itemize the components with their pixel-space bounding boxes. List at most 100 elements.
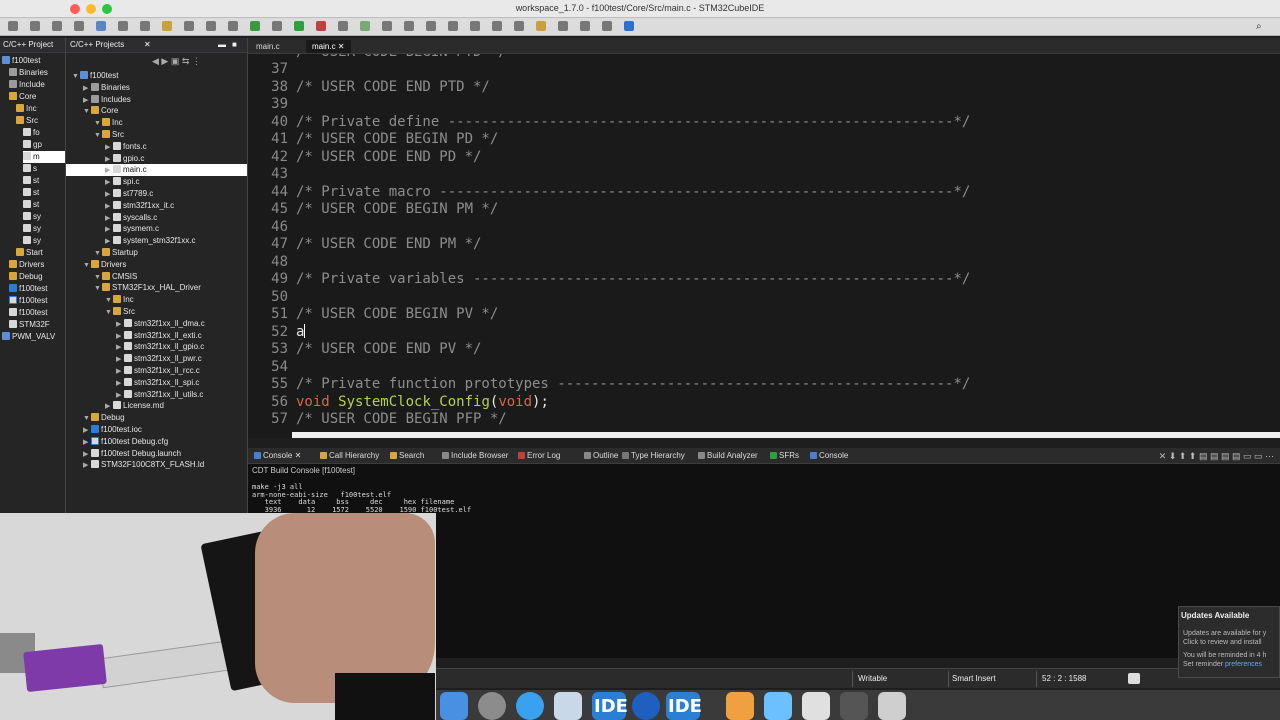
stm32cubemx-icon[interactable]: IDE — [666, 692, 702, 720]
minimize-icon[interactable]: ▬ — [218, 40, 226, 49]
tree-item[interactable]: ▶ f100test.ioc — [66, 424, 247, 436]
console-toolbar-icons[interactable]: ✕ ⬇ ⬆ ⬆ ▤ ▤ ▤ ▤ ▭ ▭ ⋯ — [1159, 451, 1274, 462]
code-area[interactable]: /* USER CODE BEGIN PTD */ /* USER CODE EN… — [296, 54, 1280, 438]
tree-item[interactable]: ▶ Includes — [66, 94, 247, 106]
code-editor[interactable]: main.c main.c ✕ 37 38 39 40 41 42 43 44 45 46 47 48… — [248, 38, 1280, 438]
tree-item[interactable]: gp — [23, 139, 65, 151]
search-icon[interactable]: ⌕ — [1256, 21, 1266, 32]
preview-icon[interactable] — [554, 692, 582, 720]
toolbar-icon[interactable] — [118, 21, 128, 31]
system-preferences-icon[interactable] — [478, 692, 506, 720]
toolbar-icon[interactable] — [206, 21, 216, 31]
safari-icon[interactable] — [516, 692, 544, 720]
toolbar-icon[interactable] — [448, 21, 458, 31]
notification-icon[interactable] — [1128, 673, 1140, 684]
tree-item[interactable]: sy — [23, 223, 65, 235]
tree-item[interactable]: ▶ system_stm32f1xx.c — [66, 235, 247, 247]
tree-item[interactable]: ▶ stm32f1xx_ll_dma.c — [66, 318, 247, 330]
tree-item[interactable]: ▶ sysmem.c — [66, 223, 247, 235]
tree-item[interactable]: ▶ syscalls.c — [66, 212, 247, 224]
tree-item[interactable]: Debug — [9, 271, 65, 283]
tree-item[interactable]: ▼ CMSIS — [66, 271, 247, 283]
toolbar-icon[interactable] — [624, 21, 634, 31]
tree-item[interactable]: Start — [16, 247, 65, 259]
expand-chevron-icon[interactable]: ▶ — [83, 460, 91, 472]
drive-icon[interactable] — [840, 692, 868, 720]
toolbar-icon[interactable] — [580, 21, 590, 31]
tree-item[interactable]: Drivers — [9, 259, 65, 271]
toolbar-icon[interactable] — [52, 21, 62, 31]
tree-item[interactable]: ▶ stm32f1xx_ll_exti.c — [66, 330, 247, 342]
maximize-icon[interactable]: ■ — [232, 40, 237, 49]
tab-cpp-projects[interactable]: C/C++ Projects — [70, 40, 124, 49]
tree-item[interactable]: ▼ Src — [66, 129, 247, 141]
toolbar-icon[interactable] — [470, 21, 480, 31]
tree-item[interactable]: ▶ stm32f1xx_ll_gpio.c — [66, 341, 247, 353]
console-tab[interactable]: Search — [390, 451, 424, 460]
tree-item[interactable]: Src — [16, 115, 65, 127]
tree-item[interactable]: f100test — [2, 55, 65, 67]
horizontal-scrollbar[interactable] — [292, 432, 1280, 438]
toolbar-icon[interactable] — [404, 21, 414, 31]
tree-item[interactable]: f100test — [9, 307, 65, 319]
toolbar-icon[interactable] — [382, 21, 392, 31]
tree-item[interactable]: ▶ stm32f1xx_ll_pwr.c — [66, 353, 247, 365]
console-tab[interactable]: Outline — [584, 451, 618, 460]
updates-available-popup[interactable]: Updates Available Updates are available … — [1178, 606, 1280, 678]
toolbar-icon[interactable] — [140, 21, 150, 31]
toolbar-icon[interactable] — [250, 21, 260, 31]
tree-item[interactable]: ▶ stm32f1xx_ll_utils.c — [66, 389, 247, 401]
tree-item[interactable]: ▶ stm32f1xx_it.c — [66, 200, 247, 212]
tree-item[interactable]: st — [23, 199, 65, 211]
tree-item[interactable]: ▼ STM32F1xx_HAL_Driver — [66, 282, 247, 294]
app-icon[interactable] — [802, 692, 830, 720]
toolbar-icon[interactable] — [272, 21, 282, 31]
tree-item[interactable]: ▶ STM32F100C8TX_FLASH.ld — [66, 459, 247, 472]
console-tab[interactable]: SFRs — [770, 451, 799, 460]
tree-item[interactable]: sy — [23, 211, 65, 223]
close-icon[interactable]: ✕ — [292, 451, 302, 460]
console-tab[interactable]: Call Hierarchy — [320, 451, 379, 460]
tree-item[interactable]: Binaries — [9, 67, 65, 79]
toolbar-icon[interactable] — [558, 21, 568, 31]
tree-item[interactable]: ▶ gpio.c — [66, 153, 247, 165]
editor-tab-main-c[interactable]: main.c — [250, 40, 286, 53]
console-tab[interactable]: Build Analyzer — [698, 451, 758, 460]
app-circle-icon[interactable] — [632, 692, 660, 720]
toolbar-icon[interactable] — [184, 21, 194, 31]
toolbar-icon[interactable] — [8, 21, 18, 31]
tree-item[interactable]: ▶ stm32f1xx_ll_spi.c — [66, 377, 247, 389]
toolbar-icon[interactable] — [602, 21, 612, 31]
tree-item[interactable]: st — [23, 175, 65, 187]
documents-icon[interactable] — [726, 692, 754, 720]
tree-item[interactable]: ▶ spi.c — [66, 176, 247, 188]
tree-item[interactable]: ▶ main.c — [66, 164, 247, 177]
console-tab[interactable]: Type Hierarchy — [622, 451, 685, 460]
tree-item[interactable]: ▼ Inc — [66, 117, 247, 129]
preferences-link[interactable]: preferences — [1225, 661, 1262, 668]
tree-item[interactable]: Core — [9, 91, 65, 103]
toolbar-icon[interactable] — [360, 21, 370, 31]
tree-item[interactable]: STM32F — [9, 319, 65, 331]
tree-item[interactable]: f100test — [9, 283, 65, 295]
toolbar-icon[interactable] — [492, 21, 502, 31]
toolbar-icon[interactable] — [338, 21, 348, 31]
tree-item[interactable]: st — [23, 187, 65, 199]
tree-item[interactable]: ▶ Binaries — [66, 82, 247, 94]
tree-item[interactable]: ▶ f100test Debug.cfg — [66, 436, 247, 448]
editor-tab-main-c-active[interactable]: main.c ✕ — [306, 40, 351, 53]
trash-icon[interactable] — [878, 692, 906, 720]
tree-item[interactable]: ▶ License.md — [66, 400, 247, 412]
tab-cpp-project[interactable]: C/C++ Project — [3, 40, 53, 49]
console-tab[interactable]: Include Browser — [442, 451, 508, 460]
tree-item[interactable]: ▼ Src — [66, 306, 247, 318]
folder-icon[interactable] — [764, 692, 792, 720]
toolbar-icon[interactable] — [316, 21, 326, 31]
nav-arrows-icon[interactable]: ◀ ▶ ▣ ⇆ ⋮ — [152, 56, 201, 67]
stm32cubeide-icon[interactable]: IDE — [592, 692, 628, 720]
close-icon[interactable]: ✕ — [338, 42, 345, 51]
tree-item[interactable]: sy — [23, 235, 65, 247]
toolbar-icon[interactable] — [228, 21, 238, 31]
tree-item[interactable]: ▶ stm32f1xx_ll_rcc.c — [66, 365, 247, 377]
toolbar-icon[interactable] — [294, 21, 304, 31]
